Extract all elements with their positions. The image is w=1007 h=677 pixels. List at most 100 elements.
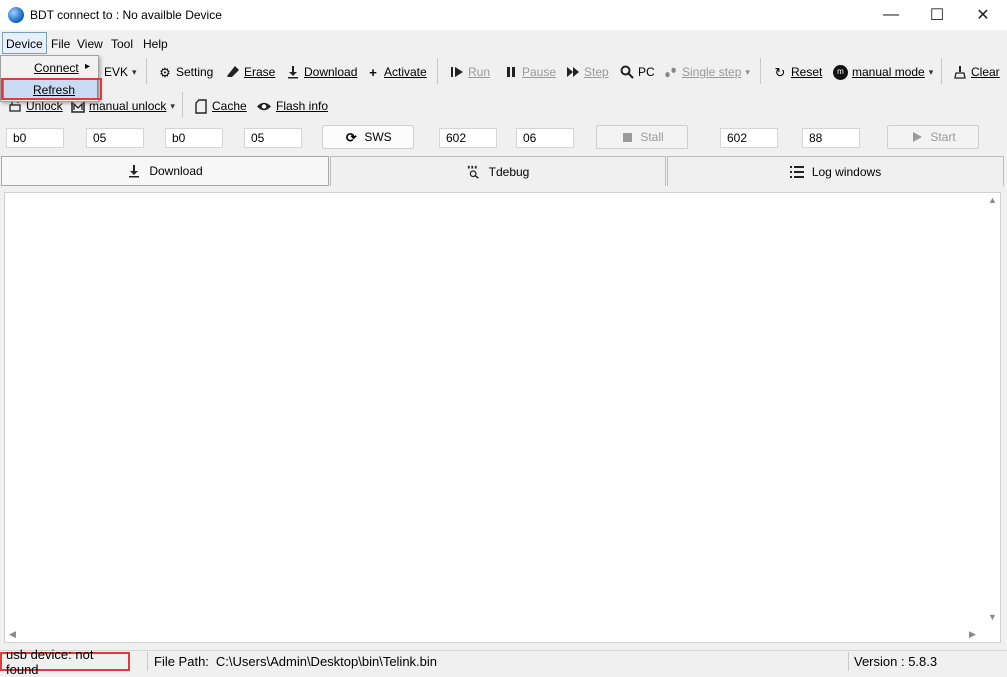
chevron-down-icon: ▾ <box>928 66 934 77</box>
status-divider <box>147 652 148 671</box>
scroll-right-icon[interactable]: ▶ <box>969 629 976 640</box>
reset-button[interactable]: ↻ Reset <box>773 61 823 83</box>
toolbar-divider <box>941 58 942 84</box>
play-icon <box>910 130 924 144</box>
horizontal-scrollbar[interactable]: ◀ ▶ <box>5 626 984 642</box>
stall-button[interactable]: Stall <box>596 125 688 149</box>
setting-button[interactable]: ⚙ Setting <box>158 61 213 83</box>
pause-icon <box>504 65 518 79</box>
toolbar-divider <box>760 58 761 84</box>
stop-icon <box>620 130 634 144</box>
menu-device[interactable]: Device <box>2 32 47 54</box>
hex-field-3[interactable]: b0 <box>165 128 223 148</box>
vertical-scrollbar[interactable]: ▲ ▼ <box>984 193 1000 626</box>
activate-label: Activate <box>384 65 427 79</box>
menu-device-label: Device <box>6 37 43 51</box>
search-icon <box>620 65 634 79</box>
download-label: Download <box>304 65 358 79</box>
sws-label: SWS <box>364 130 392 144</box>
toolbar-divider <box>182 92 183 118</box>
download-arrow-icon <box>127 164 141 178</box>
menu-file[interactable]: File <box>49 36 72 54</box>
pause-button[interactable]: Pause <box>504 61 556 83</box>
footsteps-icon <box>664 65 678 79</box>
tab-download[interactable]: Download <box>1 156 329 186</box>
clear-button[interactable]: Clear <box>953 61 1000 83</box>
manual-mode-icon: m <box>833 64 848 80</box>
hex-field-7[interactable]: 602 <box>720 128 778 148</box>
single-step-dropdown[interactable]: Single step ▾ <box>664 61 750 83</box>
chevron-down-icon: ▾ <box>132 66 137 77</box>
menu-tool[interactable]: Tool <box>109 36 135 54</box>
tab-log-windows[interactable]: Log windows <box>667 156 1004 186</box>
menu-item-connect[interactable]: Connect ▸ <box>3 58 98 78</box>
pc-button[interactable]: PC <box>620 61 655 83</box>
reset-icon: ↻ <box>774 64 786 80</box>
activate-button[interactable]: + Activate <box>366 61 427 83</box>
sync-icon: ⟳ <box>345 129 357 145</box>
stall-label: Stall <box>640 130 664 144</box>
cache-label: Cache <box>212 99 247 113</box>
manual-mode-label: manual mode <box>852 65 925 79</box>
scroll-up-icon[interactable]: ▲ <box>988 195 997 205</box>
start-button[interactable]: Start <box>887 125 979 149</box>
sws-button[interactable]: ⟳ SWS <box>322 125 414 149</box>
run-icon <box>450 65 464 79</box>
maximize-button[interactable]: ☐ <box>914 0 960 30</box>
tab-tdebug[interactable]: Tdebug <box>330 156 666 186</box>
step-icon <box>566 65 580 79</box>
hex-field-8[interactable]: 88 <box>802 128 860 148</box>
reset-label: Reset <box>791 65 823 79</box>
status-divider <box>848 652 849 671</box>
broom-icon <box>953 65 967 79</box>
download-arrow-icon <box>286 65 300 79</box>
title-bar: BDT connect to : No availble Device — ☐ … <box>0 0 1007 30</box>
file-path-value: C:\Users\Admin\Desktop\bin\Telink.bin <box>215 654 438 669</box>
manual-unlock-label: manual unlock <box>89 99 167 113</box>
hex-field-1[interactable]: b0 <box>6 128 64 148</box>
step-label: Step <box>584 65 609 79</box>
menu-help[interactable]: Help <box>141 36 170 54</box>
tab-log-windows-label: Log windows <box>811 164 882 179</box>
chevron-down-icon: ▾ <box>745 66 750 77</box>
sd-card-icon <box>194 98 208 114</box>
binary-search-icon <box>467 165 481 179</box>
scroll-down-icon[interactable]: ▼ <box>988 612 997 622</box>
eraser-icon <box>226 65 240 79</box>
menu-file-label: File <box>51 37 71 51</box>
manual-mode-dropdown[interactable]: m manual mode ▾ <box>833 61 933 83</box>
menu-view-label: View <box>77 37 103 51</box>
file-path-cell: File Path: C:\Users\Admin\Desktop\bin\Te… <box>150 652 480 671</box>
version-label: Version : 5.8.3 <box>854 654 938 669</box>
run-label: Run <box>468 65 491 79</box>
erase-label: Erase <box>244 65 276 79</box>
close-button[interactable]: ✕ <box>960 0 1006 30</box>
app-logo-icon <box>8 7 24 23</box>
single-step-label: Single step <box>682 65 742 79</box>
hex-field-5[interactable]: 602 <box>439 128 497 148</box>
hex-field-6[interactable]: 06 <box>516 128 574 148</box>
clear-label: Clear <box>971 65 1000 79</box>
output-text-area[interactable] <box>4 192 1001 643</box>
menu-view[interactable]: View <box>75 36 105 54</box>
menu-help-label: Help <box>143 37 168 51</box>
evk-dropdown[interactable]: EVK ▾ <box>104 61 137 83</box>
hex-field-2[interactable]: 05 <box>86 128 144 148</box>
evk-label: EVK <box>104 65 129 79</box>
gear-icon: ⚙ <box>159 64 171 80</box>
hex-field-4[interactable]: 05 <box>244 128 302 148</box>
cache-button[interactable]: Cache <box>194 95 247 117</box>
erase-button[interactable]: Erase <box>226 61 275 83</box>
scroll-left-icon[interactable]: ◀ <box>9 629 16 640</box>
menu-item-connect-label: Connect <box>34 61 79 75</box>
submenu-arrow-icon: ▸ <box>85 61 91 72</box>
download-button[interactable]: Download <box>286 61 357 83</box>
pause-label: Pause <box>522 65 557 79</box>
menu-tool-label: Tool <box>111 37 134 51</box>
flash-info-button[interactable]: Flash info <box>256 95 328 117</box>
minimize-button[interactable]: — <box>868 0 914 30</box>
step-button[interactable]: Step <box>566 61 609 83</box>
run-button[interactable]: Run <box>450 61 490 83</box>
chevron-down-icon: ▾ <box>170 100 175 111</box>
file-path-label: File Path: <box>154 654 209 669</box>
